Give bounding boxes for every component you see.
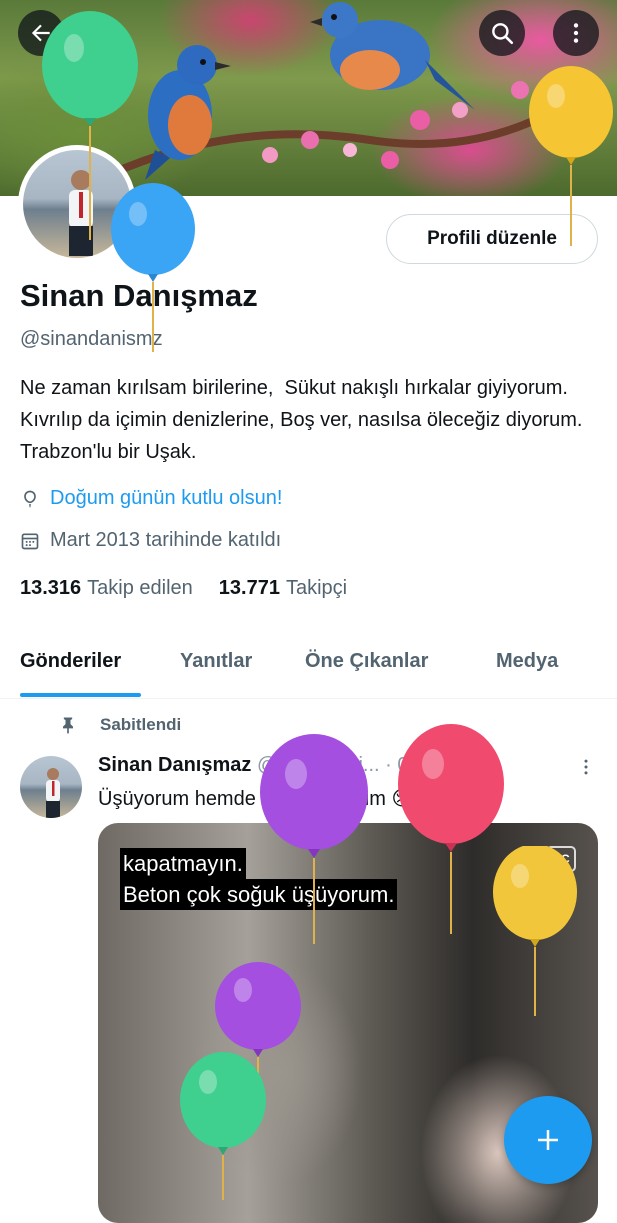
profile-bio: Ne zaman kırılsam birilerine, Sükut nakı… — [20, 377, 610, 463]
birthday-row[interactable]: Doğum günün kutlu olsun! — [20, 487, 282, 510]
profile-name: Sinan Danışmaz — [20, 278, 258, 313]
tab-highlights[interactable]: Öne Çıkanlar — [305, 650, 428, 673]
post-author-handle: @sinandani... — [256, 754, 380, 776]
following-label: Takip edilen — [87, 577, 193, 599]
joined-row: Mart 2013 tarihinde katıldı — [20, 529, 281, 552]
post-more-button[interactable] — [576, 756, 596, 783]
edit-profile-button[interactable]: Profili düzenle — [386, 214, 598, 264]
profile-avatar[interactable] — [18, 145, 136, 263]
following-count: 13.316 — [20, 577, 82, 599]
profile-handle: @sinandanismz — [20, 328, 163, 350]
pinned-label: Sabitlendi — [100, 715, 182, 734]
pin-icon — [63, 717, 73, 734]
search-icon — [492, 23, 514, 45]
post-text: Üşüyorum hemde çok üşüyorum 😢😭😪 — [98, 788, 457, 810]
caption-line: Beton çok soğuk üşüyorum. — [120, 879, 398, 910]
joined-text: Mart 2013 tarihinde katıldı — [50, 529, 282, 551]
more-vertical-icon — [573, 23, 579, 43]
caption-line: kapatmayın. — [120, 848, 246, 879]
balloon-icon — [24, 490, 36, 507]
post-date[interactable]: · 08 Şub 23 — [385, 754, 488, 776]
calendar-icon — [21, 533, 39, 549]
plus-icon — [538, 1130, 558, 1150]
compose-button[interactable] — [504, 1096, 592, 1184]
arrow-left-icon — [31, 24, 50, 42]
active-tab-indicator — [20, 693, 141, 697]
tab-posts[interactable]: Gönderiler — [20, 650, 121, 673]
pinned-indicator: Sabitlendi — [58, 714, 181, 736]
bluebird-right-illustration — [310, 2, 475, 110]
birthday-link[interactable]: Doğum günün kutlu olsun! — [50, 487, 282, 510]
post-avatar-person-illustration — [46, 768, 60, 818]
search-button[interactable] — [479, 10, 525, 56]
video-caption: kapatmayın. Beton çok soğuk üşüyorum. — [120, 848, 398, 910]
followers-count: 13.771 — [218, 577, 280, 599]
tab-replies[interactable]: Yanıtlar — [180, 650, 252, 673]
follow-stats: 13.316 Takip edilen 13.771 Takipçi — [20, 577, 347, 600]
profile-tabs: Gönderiler Yanıtlar Öne Çıkanlar Medya — [0, 630, 617, 699]
post-author-name[interactable]: Sinan Danışmaz — [98, 754, 251, 776]
more-vertical-icon — [584, 759, 588, 775]
avatar-person-illustration — [69, 170, 93, 256]
post-author-avatar[interactable] — [20, 756, 82, 818]
followers-link[interactable]: 13.771 Takipçi — [219, 577, 347, 600]
post-header: Sinan Danışmaz @sinandani... · 08 Şub 23 — [98, 754, 578, 777]
following-link[interactable]: 13.316 Takip edilen — [20, 577, 193, 600]
avatar-photo — [23, 150, 131, 258]
more-options-button[interactable] — [553, 10, 599, 56]
bluebird-left-illustration — [145, 45, 231, 180]
followers-label: Takipçi — [285, 577, 348, 599]
tab-media[interactable]: Medya — [496, 650, 558, 673]
closed-captions-button[interactable]: CC — [546, 846, 576, 872]
back-button[interactable] — [18, 10, 64, 56]
